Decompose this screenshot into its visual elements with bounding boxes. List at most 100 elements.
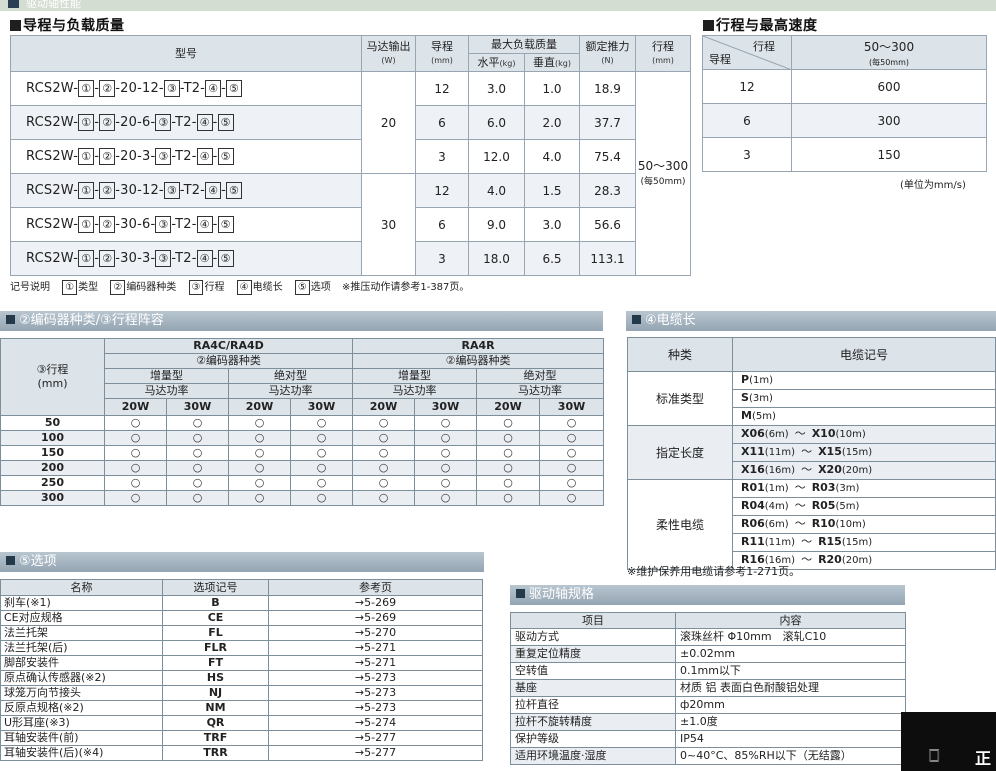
model-cell: RCS2W- ① - ② -30-12- ③ -T2- ④ - ⑤	[10, 173, 362, 208]
available-mark: ○	[476, 490, 540, 506]
option-code: NM	[162, 700, 269, 716]
available-mark: ○	[352, 475, 415, 491]
available-mark: ○	[290, 475, 353, 491]
option-name: 刹车(※1)	[0, 595, 163, 611]
inc-a: 增量型	[104, 368, 229, 384]
lead-load-table: 型号 马达输出 (W) 导程 (mm) 最大负载质量 额定推力 (N) 行程 (mm) …	[10, 35, 691, 276]
available-mark: ○	[538, 490, 605, 506]
table-row: 6 300	[702, 103, 987, 138]
vert-cell: 3.0	[524, 207, 580, 242]
option-page: →5-270	[268, 625, 483, 641]
thrust-cell: 37.7	[579, 105, 636, 140]
corner-glyph: 🀆	[929, 748, 940, 763]
spec-item-header: 项目	[510, 612, 676, 629]
table-row: 12 600	[702, 69, 987, 104]
available-mark: ○	[414, 460, 477, 476]
thrust-cell: 18.9	[579, 71, 636, 106]
option-name: 耳轴安装件(后)(※4)	[0, 745, 163, 761]
available-mark: ○	[538, 430, 605, 446]
opt-code-header: 选项记号	[162, 579, 269, 596]
model-cell: RCS2W- ① - ② -30-3- ③ -T2- ④ - ⑤	[10, 241, 362, 276]
spec-content: IP54	[675, 730, 906, 748]
available-mark: ○	[414, 475, 477, 491]
stroke-value: 50	[0, 415, 105, 431]
diagonal-header: 行程 导程	[702, 35, 792, 70]
table-row: 250 ○ ○ ○ ○ ○ ○ ○ ○	[0, 475, 605, 491]
horiz-cell: 3.0	[468, 71, 525, 106]
available-mark: ○	[476, 430, 540, 446]
available-mark: ○	[104, 445, 167, 461]
available-mark: ○	[104, 490, 167, 506]
available-mark: ○	[352, 430, 415, 446]
available-mark: ○	[538, 460, 605, 476]
diag-lead-label: 导程	[709, 53, 731, 66]
model-cell: RCS2W- ① - ② -20-6- ③ -T2- ④ - ⑤	[10, 105, 362, 140]
table-row: 200 ○ ○ ○ ○ ○ ○ ○ ○	[0, 460, 605, 476]
available-mark: ○	[352, 460, 415, 476]
symbol-legend: 记号说明 ① 类型 ② 编码器种类 ③ 行程 ④ 电缆长 ⑤ 选项 ※推压动作请参考1-3…	[10, 280, 470, 295]
option-name: 脚部安装件	[0, 655, 163, 671]
lead-load-title-text: 导程与负载质量	[23, 18, 125, 34]
option-code: FL	[162, 625, 269, 641]
header-model: 型号	[10, 35, 362, 72]
table-row: 耳轴安装件(前) TRF →5-277	[0, 730, 483, 746]
lead-cell: 6	[702, 103, 792, 138]
table-row: 柔性电缆 R01(1m) ～ R03(3m)	[627, 479, 996, 570]
table-row: 反原点规格(※2) NM →5-273	[0, 700, 483, 716]
table-row: 100 ○ ○ ○ ○ ○ ○ ○ ○	[0, 430, 605, 446]
title-marker	[703, 20, 714, 31]
table-row: 刹车(※1) B →5-269	[0, 595, 483, 611]
available-mark: ○	[352, 445, 415, 461]
lead-cell: 3	[415, 139, 469, 174]
table-row: 拉杆不旋转精度 ±1.0度	[510, 713, 906, 731]
available-mark: ○	[476, 475, 540, 491]
table-row: 标准类型 P(1m)	[627, 371, 996, 426]
watt-header: 20W	[476, 398, 540, 416]
thrust-cell: 56.6	[579, 207, 636, 242]
available-mark: ○	[104, 430, 167, 446]
cable-code: X06(6m) ～ X10(10m)	[732, 425, 996, 444]
model-cell: RCS2W- ① - ② -30-6- ③ -T2- ④ - ⑤	[10, 207, 362, 242]
watt-header: 30W	[414, 398, 477, 416]
header-lead: 导程 (mm)	[415, 35, 469, 72]
encoder-stroke-banner: ②编码器种类/③行程阵容	[0, 311, 603, 331]
available-mark: ○	[228, 475, 291, 491]
spec-item: 基座	[510, 679, 676, 697]
table-row: 150 ○ ○ ○ ○ ○ ○ ○ ○	[0, 445, 605, 461]
spec-banner: 驱动轴规格	[510, 585, 905, 605]
option-code: TRF	[162, 730, 269, 746]
option-page: →5-274	[268, 715, 483, 731]
enc-type-a: ②编码器种类	[104, 353, 353, 369]
option-page: →5-269	[268, 595, 483, 611]
lead-cell: 12	[415, 173, 469, 208]
top-strip-title: 驱动轴性能	[26, 0, 81, 10]
available-mark: ○	[166, 415, 229, 431]
option-code: FLR	[162, 640, 269, 656]
available-mark: ○	[414, 415, 477, 431]
table-row: RCS2W- ① - ② -20-3- ③ -T2- ④ - ⑤ 3 12.0 4.0 75.4	[10, 139, 691, 174]
power-3: 马达功率	[352, 383, 477, 399]
table-row: 驱动方式 滚珠丝杆 Φ10mm 滚轧C10	[510, 628, 906, 646]
available-mark: ○	[290, 490, 353, 506]
available-mark: ○	[290, 415, 353, 431]
opt-page-header: 参考页	[268, 579, 483, 596]
available-mark: ○	[228, 430, 291, 446]
options-table: 名称 选项记号 参考页 刹车(※1) B →5-269 CE对应规格 CE →5-269 法…	[0, 579, 483, 761]
stroke-value: 100	[0, 430, 105, 446]
group-ra4r: RA4R	[351, 338, 605, 354]
vert-cell: 6.5	[524, 241, 580, 276]
table-row: 空转值 0.1mm以下	[510, 662, 906, 680]
lead-cell: 12	[702, 69, 792, 104]
cable-code: R01(1m) ～ R03(3m)	[732, 479, 996, 498]
vert-cell: 1.0	[524, 71, 580, 106]
option-code: FT	[162, 655, 269, 671]
table-row: 指定长度 X06(6m) ～ X10(10m)	[627, 425, 996, 480]
spec-item: 拉杆直径	[510, 696, 676, 714]
inc-b: 增量型	[352, 368, 477, 384]
available-mark: ○	[414, 445, 477, 461]
cable-code: M(5m)	[732, 407, 996, 426]
option-banner: ⑤选项	[0, 552, 484, 572]
cable-code: S(3m)	[732, 389, 996, 408]
cable-code: R06(6m) ～ R10(10m)	[732, 515, 996, 534]
speed-cell: 150	[791, 137, 987, 172]
